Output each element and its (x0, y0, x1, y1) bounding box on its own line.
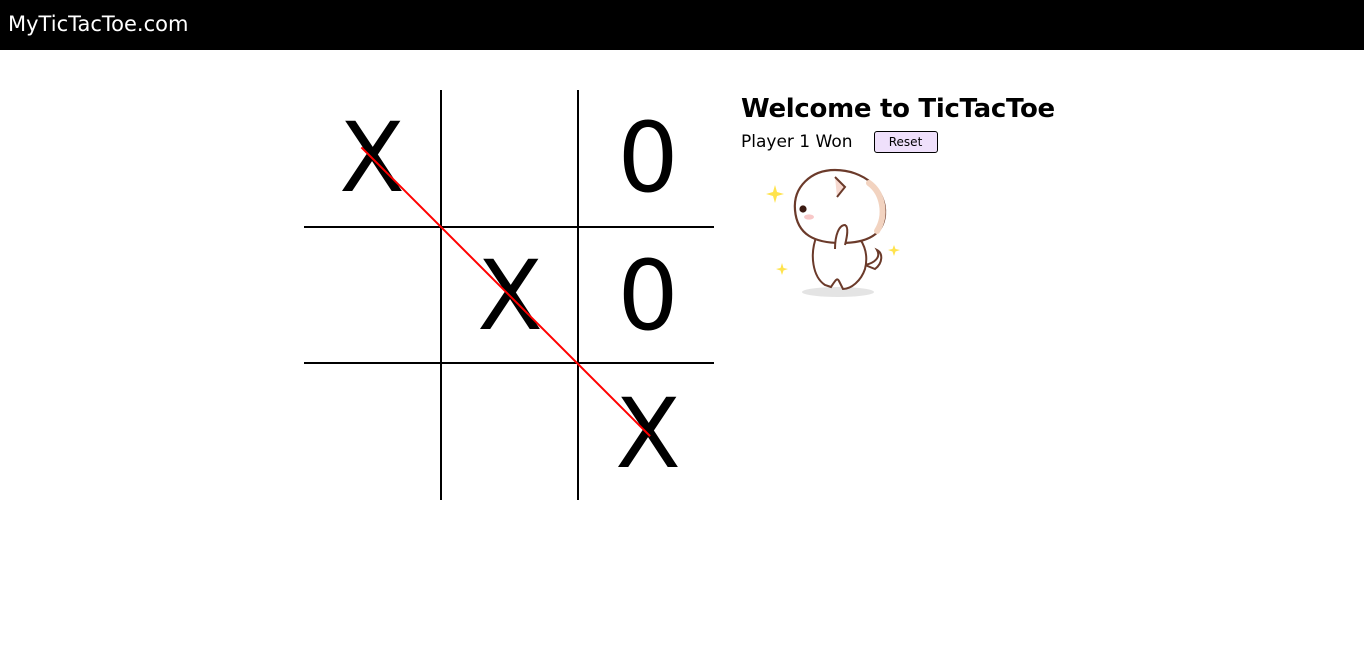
reset-button[interactable]: Reset (873, 131, 938, 153)
cell-7[interactable] (442, 366, 578, 502)
cell-5[interactable]: 0 (580, 228, 716, 364)
cell-3[interactable] (304, 228, 440, 364)
game-board: X 0 X 0 X (304, 90, 714, 500)
cell-4[interactable]: X (442, 228, 578, 364)
cell-2[interactable]: 0 (580, 90, 716, 226)
cell-6[interactable] (304, 366, 440, 502)
navbar: MyTicTacToe.com (0, 0, 1364, 50)
dancing-cat-icon (765, 165, 910, 305)
brand-title[interactable]: MyTicTacToe.com (8, 10, 188, 38)
status-row: Player 1 Won Reset (741, 130, 1141, 154)
cell-8[interactable]: X (580, 366, 716, 502)
cell-1[interactable] (442, 90, 578, 226)
cell-0[interactable]: X (304, 90, 440, 226)
page-title: Welcome to TicTacToe (741, 94, 1055, 124)
sidebar: Welcome to TicTacToe Player 1 Won Reset (741, 90, 1141, 154)
game-status: Player 1 Won (741, 132, 853, 152)
